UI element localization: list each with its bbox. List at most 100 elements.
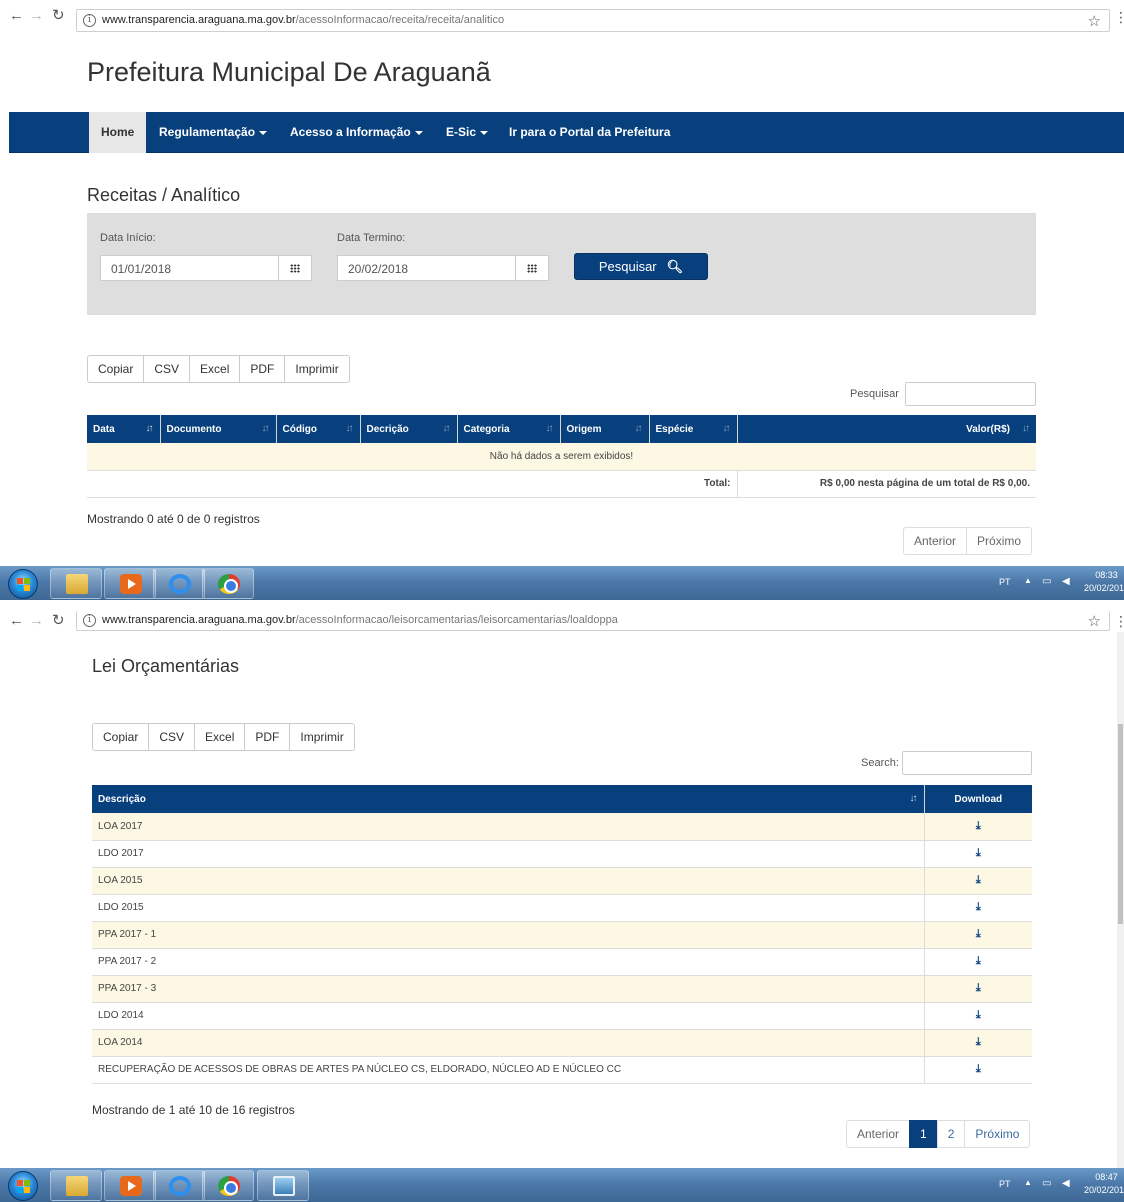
forward-arrow-icon[interactable]: →: [29, 7, 44, 25]
copy-button[interactable]: Copiar: [87, 355, 145, 383]
excel-button[interactable]: Excel: [189, 355, 241, 383]
download-cell[interactable]: ⤓: [923, 1002, 1032, 1030]
download-icon[interactable]: ⤓: [976, 847, 981, 860]
row-description[interactable]: LDO 2015: [92, 894, 924, 922]
nav-regulamentacao[interactable]: Regulamentação: [147, 112, 279, 153]
prev-page-button[interactable]: Anterior: [846, 1120, 911, 1148]
start-date-calendar-button[interactable]: [278, 255, 312, 281]
language-indicator[interactable]: PT: [999, 577, 1011, 587]
language-indicator[interactable]: PT: [999, 1179, 1011, 1189]
page-2-button[interactable]: 2: [936, 1120, 966, 1148]
download-cell[interactable]: ⤓: [923, 813, 1032, 841]
copy-button[interactable]: Copiar: [92, 723, 150, 751]
download-icon[interactable]: ⤓: [976, 874, 981, 887]
taskbar-explorer[interactable]: [50, 568, 102, 599]
col-header-especie[interactable]: Espécie ↓↑: [649, 415, 738, 443]
end-date-calendar-button[interactable]: [515, 255, 549, 281]
taskbar-remote-desktop[interactable]: [257, 1170, 309, 1201]
address-bar[interactable]: i www.transparencia.araguana.ma.gov.br/a…: [76, 611, 1110, 631]
pdf-button[interactable]: PDF: [239, 355, 286, 383]
row-description[interactable]: PPA 2017 - 1: [92, 921, 924, 949]
volume-icon[interactable]: ◀: [1062, 1178, 1070, 1189]
col-header-documento[interactable]: Documento ↓↑: [160, 415, 277, 443]
tray-expand-icon[interactable]: ▲: [1024, 576, 1032, 585]
pdf-button[interactable]: PDF: [244, 723, 291, 751]
page-1-button[interactable]: 1: [909, 1120, 938, 1148]
download-icon[interactable]: ⤓: [976, 1063, 981, 1076]
download-cell[interactable]: ⤓: [923, 867, 1032, 895]
col-header-origem[interactable]: Origem ↓↑: [560, 415, 650, 443]
taskbar-media-player[interactable]: [104, 568, 156, 599]
info-icon[interactable]: i: [83, 14, 96, 27]
taskbar-ie[interactable]: [153, 1170, 205, 1201]
row-description[interactable]: PPA 2017 - 3: [92, 975, 924, 1003]
row-description[interactable]: LDO 2014: [92, 1002, 924, 1030]
print-button[interactable]: Imprimir: [284, 355, 350, 383]
scrollbar-thumb[interactable]: [1118, 724, 1123, 924]
nav-home[interactable]: Home: [89, 112, 147, 153]
network-icon[interactable]: ▭: [1042, 576, 1051, 587]
download-icon[interactable]: ⤓: [976, 982, 981, 995]
search-button[interactable]: Pesquisar 🔍︎: [574, 253, 708, 280]
browser-menu-icon[interactable]: ⋮: [1114, 614, 1124, 628]
browser-menu-icon[interactable]: ⋮: [1114, 10, 1124, 24]
download-icon[interactable]: ⤓: [976, 955, 981, 968]
start-button[interactable]: [8, 1171, 38, 1201]
row-description[interactable]: LDO 2017: [92, 840, 924, 868]
start-button[interactable]: [8, 569, 38, 599]
download-icon[interactable]: ⤓: [976, 901, 981, 914]
reload-icon[interactable]: ↻: [52, 7, 65, 25]
row-description[interactable]: PPA 2017 - 2: [92, 948, 924, 976]
start-date-input[interactable]: 01/01/2018: [100, 255, 280, 281]
next-page-button[interactable]: Próximo: [966, 527, 1033, 555]
taskbar-explorer[interactable]: [50, 1170, 102, 1201]
clock[interactable]: 08:4720/02/2018: [1084, 1171, 1124, 1197]
row-description[interactable]: LOA 2014: [92, 1029, 924, 1057]
reload-icon[interactable]: ↻: [52, 612, 65, 630]
col-header-data[interactable]: Data ↓↑: [87, 415, 161, 443]
download-cell[interactable]: ⤓: [923, 1056, 1032, 1084]
row-description[interactable]: LOA 2017: [92, 813, 924, 841]
print-button[interactable]: Imprimir: [289, 723, 355, 751]
download-cell[interactable]: ⤓: [923, 1029, 1032, 1057]
info-icon[interactable]: i: [83, 614, 96, 627]
next-page-button[interactable]: Próximo: [964, 1120, 1031, 1148]
download-icon[interactable]: ⤓: [976, 1009, 981, 1022]
taskbar-chrome[interactable]: [202, 568, 254, 599]
taskbar-media-player[interactable]: [104, 1170, 156, 1201]
col-header-valor[interactable]: Valor(R$) ↓↑: [737, 415, 1036, 443]
back-arrow-icon[interactable]: ←: [9, 612, 24, 630]
bookmark-star-icon[interactable]: ☆: [1088, 612, 1101, 630]
network-icon[interactable]: ▭: [1042, 1178, 1051, 1189]
tray-expand-icon[interactable]: ▲: [1024, 1178, 1032, 1187]
nav-esic[interactable]: E-Sic: [434, 112, 500, 153]
volume-icon[interactable]: ◀: [1062, 576, 1070, 587]
nav-portal-prefeitura[interactable]: Ir para o Portal da Prefeitura: [497, 112, 682, 153]
nav-acesso-informacao[interactable]: Acesso a Informação: [278, 112, 435, 153]
taskbar-chrome[interactable]: [202, 1170, 254, 1201]
csv-button[interactable]: CSV: [148, 723, 196, 751]
page-scrollbar[interactable]: [1117, 632, 1124, 1170]
taskbar-ie[interactable]: [153, 568, 205, 599]
download-icon[interactable]: ⤓: [976, 1036, 981, 1049]
download-cell[interactable]: ⤓: [923, 894, 1032, 922]
col-header-descricao[interactable]: Descrição ↓↑: [92, 785, 925, 813]
prev-page-button[interactable]: Anterior: [903, 527, 968, 555]
download-cell[interactable]: ⤓: [923, 948, 1032, 976]
forward-arrow-icon[interactable]: →: [29, 612, 44, 630]
row-description[interactable]: LOA 2015: [92, 867, 924, 895]
table-search-input[interactable]: [902, 751, 1032, 775]
back-arrow-icon[interactable]: ←: [9, 7, 24, 25]
col-header-codigo[interactable]: Código ↓↑: [276, 415, 361, 443]
clock[interactable]: 08:3320/02/2018: [1084, 569, 1124, 595]
end-date-input[interactable]: 20/02/2018: [337, 255, 517, 281]
col-header-decricao[interactable]: Decrição ↓↑: [360, 415, 458, 443]
excel-button[interactable]: Excel: [194, 723, 246, 751]
download-cell[interactable]: ⤓: [923, 921, 1032, 949]
address-bar[interactable]: i www.transparencia.araguana.ma.gov.br/a…: [76, 9, 1110, 32]
row-description[interactable]: RECUPERAÇÃO DE ACESSOS DE OBRAS DE ARTES…: [92, 1056, 924, 1084]
download-icon[interactable]: ⤓: [976, 820, 981, 833]
csv-button[interactable]: CSV: [143, 355, 191, 383]
download-icon[interactable]: ⤓: [976, 928, 981, 941]
bookmark-star-icon[interactable]: ☆: [1088, 12, 1101, 30]
